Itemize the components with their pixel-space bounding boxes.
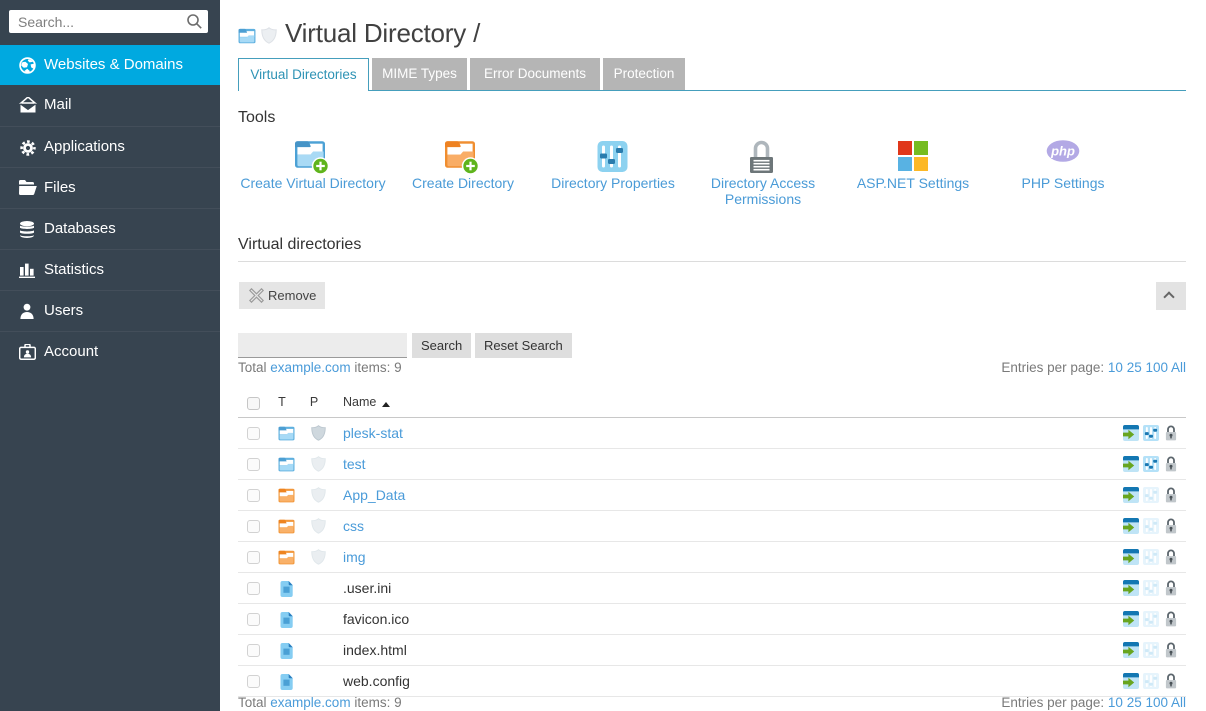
- svg-text:php: php: [1050, 144, 1075, 159]
